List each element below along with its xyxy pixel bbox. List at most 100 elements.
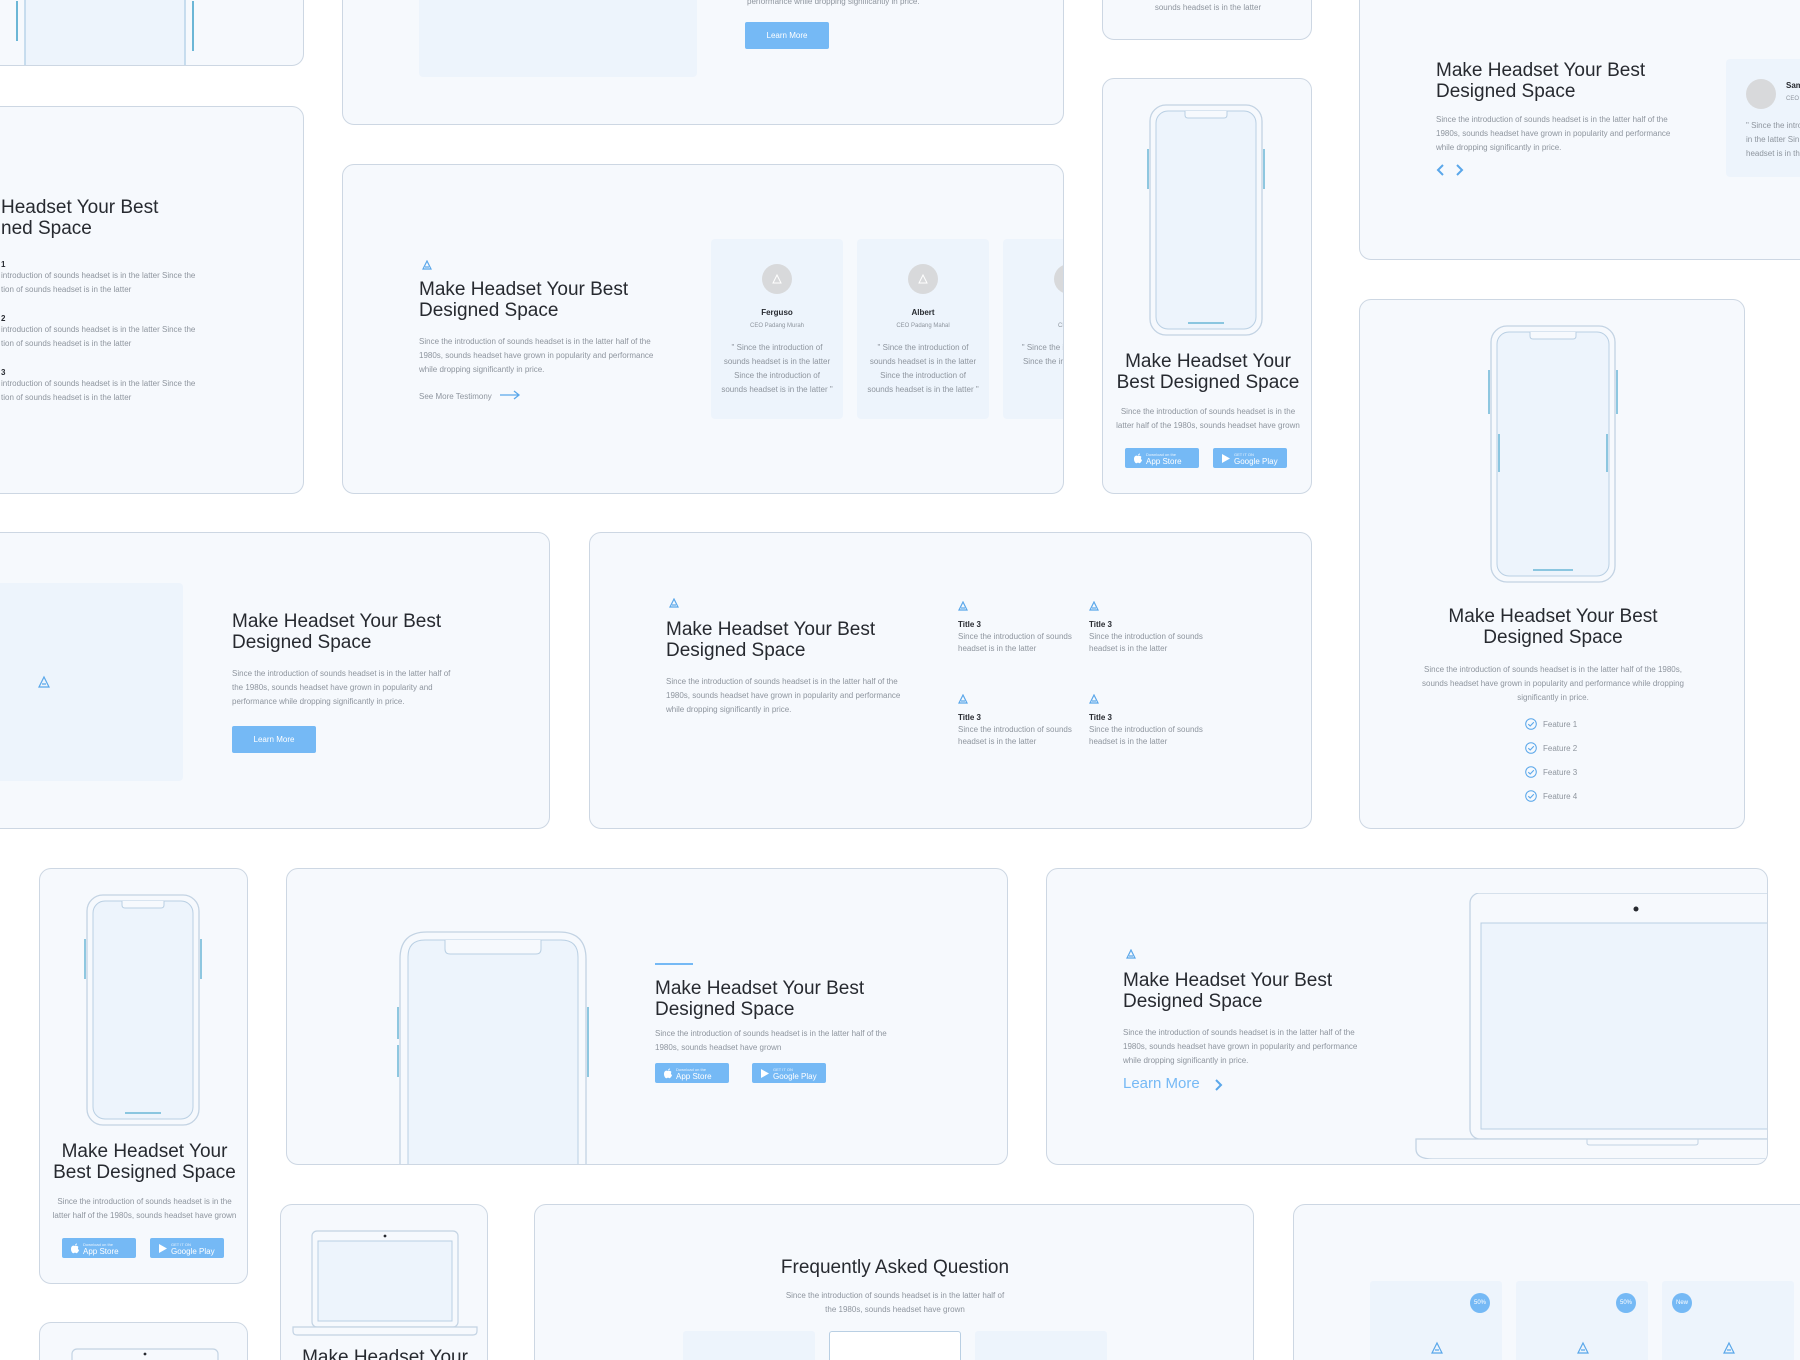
heading-line1: Make Headset Your Best bbox=[655, 978, 865, 999]
avatar bbox=[1746, 79, 1776, 109]
learn-more-link[interactable]: Learn More bbox=[1123, 1075, 1200, 1092]
feature-icon bbox=[1089, 600, 1099, 611]
card-laptop-hero: Make Headset Your Best Designed Space Si… bbox=[1046, 868, 1768, 1165]
faq-tab-active[interactable] bbox=[829, 1331, 961, 1360]
person-role: CEO Padang Murah bbox=[749, 323, 805, 329]
heading-line1: Make Headset Your bbox=[1125, 351, 1291, 372]
heading: Make Headset Your Best Designed Space bbox=[1360, 606, 1744, 648]
logo-icon bbox=[422, 260, 432, 270]
heading-line2: Best Designed Space bbox=[53, 1162, 236, 1183]
accent-divider bbox=[655, 963, 693, 965]
feature-cell: Title 3 Since the introduction of sounds… bbox=[958, 598, 1078, 655]
google-play-button[interactable]: GET IT ON Google Play bbox=[1213, 448, 1287, 468]
feature-label: Feature 4 bbox=[1543, 791, 1578, 801]
heading: Make Headset Your Best Designed Space bbox=[1436, 60, 1656, 102]
chevron-right-icon[interactable] bbox=[1213, 1079, 1223, 1091]
discount-badge: 50% bbox=[1470, 1293, 1490, 1313]
heading-line1: Make Headset Your Best bbox=[419, 279, 629, 300]
phone-mockup-icon bbox=[84, 894, 202, 1126]
feature-title: Title 3 bbox=[958, 713, 981, 722]
app-store-big-label: App Store bbox=[83, 1247, 119, 1256]
feature-title: Title 3 bbox=[1089, 713, 1112, 722]
laptop-mockup-icon bbox=[71, 1348, 219, 1360]
heading: Make Headset Your Best Designed Space bbox=[40, 1141, 247, 1183]
google-play-small-label: GET IT ON bbox=[773, 1067, 793, 1072]
feature-text: Since the introduction of sounds headset… bbox=[1089, 725, 1203, 746]
quote-line2: in the latter Sin bbox=[1746, 135, 1800, 144]
list-item-line1: introduction of sounds headset is in the… bbox=[1, 325, 196, 334]
paragraph: Since the introduction of sounds headset… bbox=[1123, 1028, 1358, 1065]
google-play-button[interactable]: GET IT ON Google Play bbox=[150, 1238, 224, 1258]
image-placeholder bbox=[0, 583, 183, 781]
avatar-placeholder-icon bbox=[918, 274, 928, 284]
heading-line2: Designed Space bbox=[1436, 81, 1576, 102]
paragraph: Since the introduction of sounds headset… bbox=[52, 1197, 237, 1220]
app-store-small-label: Download on the bbox=[83, 1242, 114, 1247]
avatar bbox=[762, 264, 792, 294]
arrow-right-icon[interactable] bbox=[499, 390, 521, 400]
paragraph: Since the introduction of sounds headset… bbox=[232, 669, 451, 706]
apple-icon bbox=[664, 1068, 672, 1078]
small-card-text: sounds headset is in the latter bbox=[1154, 3, 1262, 12]
google-play-big-label: Google Play bbox=[171, 1247, 215, 1256]
pricing-card: New bbox=[1662, 1281, 1794, 1360]
chevron-left-icon[interactable] bbox=[1436, 164, 1446, 176]
faq-tab[interactable] bbox=[683, 1331, 815, 1360]
heading-line2: Designed Space bbox=[1483, 627, 1623, 648]
feature-cell: Title 3 Since the introduction of sounds… bbox=[1089, 691, 1209, 748]
check-circle-icon bbox=[1525, 718, 1537, 730]
app-store-small-label: Download on the bbox=[1146, 452, 1177, 457]
person-name: Sam bbox=[1786, 81, 1800, 90]
faq-tab[interactable] bbox=[975, 1331, 1107, 1360]
quote-line3: headset is in th bbox=[1746, 149, 1800, 158]
feature-title: Title 3 bbox=[1089, 620, 1112, 629]
heading: Make Headset Your Best Designed Space bbox=[1123, 970, 1353, 1012]
app-store-big-label: App Store bbox=[1146, 457, 1182, 466]
card-pricing: 50% 50% New bbox=[1293, 1204, 1800, 1360]
phone-mockup-icon bbox=[397, 931, 589, 1164]
list-item: 1 introduction of sounds headset is in t… bbox=[1, 260, 201, 314]
google-play-button[interactable]: GET IT ON Google Play bbox=[752, 1063, 826, 1083]
feature-item: Feature 4 bbox=[1525, 790, 1577, 802]
list-item-number: 3 bbox=[1, 368, 6, 377]
avatar-placeholder-icon bbox=[772, 274, 782, 284]
app-store-button[interactable]: Download on the App Store bbox=[62, 1238, 136, 1258]
list-item-line1: introduction of sounds headset is in the… bbox=[1, 271, 196, 280]
person-quote: " Since the introduction of sounds heads… bbox=[721, 343, 833, 394]
list-item: 2 introduction of sounds headset is in t… bbox=[1, 314, 201, 368]
learn-more-button[interactable]: Learn More bbox=[745, 22, 829, 49]
card-faq: Frequently Asked Question Since the intr… bbox=[534, 1204, 1254, 1360]
app-store-label: Download on the App Store bbox=[83, 1241, 119, 1256]
see-more-testimony-link[interactable]: See More Testimony bbox=[419, 392, 492, 401]
feature-label: Feature 1 bbox=[1543, 719, 1578, 729]
list-item-line2: tion of sounds headset is in the latter bbox=[1, 393, 132, 402]
card-phone-hero: Make Headset Your Best Designed Space Si… bbox=[286, 868, 1008, 1165]
card-hero-top: performance while dropping significantly… bbox=[342, 0, 1064, 125]
heading: Make Headset Your bbox=[302, 1347, 468, 1360]
card-laptop-fragment bbox=[39, 1322, 248, 1360]
feature-cell: Title 3 Since the introduction of sounds… bbox=[1089, 598, 1209, 655]
heading-line2: Designed Space bbox=[232, 632, 372, 653]
phone-frame-icon bbox=[16, 0, 194, 65]
heading: Make Headset Your Best Designed Space bbox=[419, 279, 649, 321]
app-store-button[interactable]: Download on the App Store bbox=[1125, 448, 1199, 468]
apple-icon bbox=[1134, 453, 1142, 463]
feature-icon bbox=[958, 600, 968, 611]
heading-line2: Designed Space bbox=[419, 300, 559, 321]
card-image-cta: Make Headset Your Best Designed Space Si… bbox=[0, 532, 550, 829]
person-role: CEO Pa bbox=[1057, 323, 1063, 329]
paragraph: Since the introduction of sounds headset… bbox=[666, 677, 901, 714]
pricing-card: 50% bbox=[1516, 1281, 1648, 1360]
app-store-small-label: Download on the bbox=[676, 1067, 707, 1072]
heading-line2: Designed Space bbox=[1123, 991, 1263, 1012]
app-store-button[interactable]: Download on the App Store bbox=[655, 1063, 729, 1083]
heading-line1: Make Headset Your Best bbox=[1436, 60, 1646, 81]
avatar bbox=[1054, 264, 1063, 294]
logo-icon bbox=[1126, 949, 1136, 959]
learn-more-button[interactable]: Learn More bbox=[232, 726, 316, 753]
feature-icon bbox=[1089, 693, 1099, 704]
person-name: A bbox=[1003, 308, 1063, 317]
play-icon bbox=[159, 1243, 167, 1253]
product-icon bbox=[1577, 1341, 1589, 1354]
chevron-right-icon[interactable] bbox=[1454, 164, 1464, 176]
